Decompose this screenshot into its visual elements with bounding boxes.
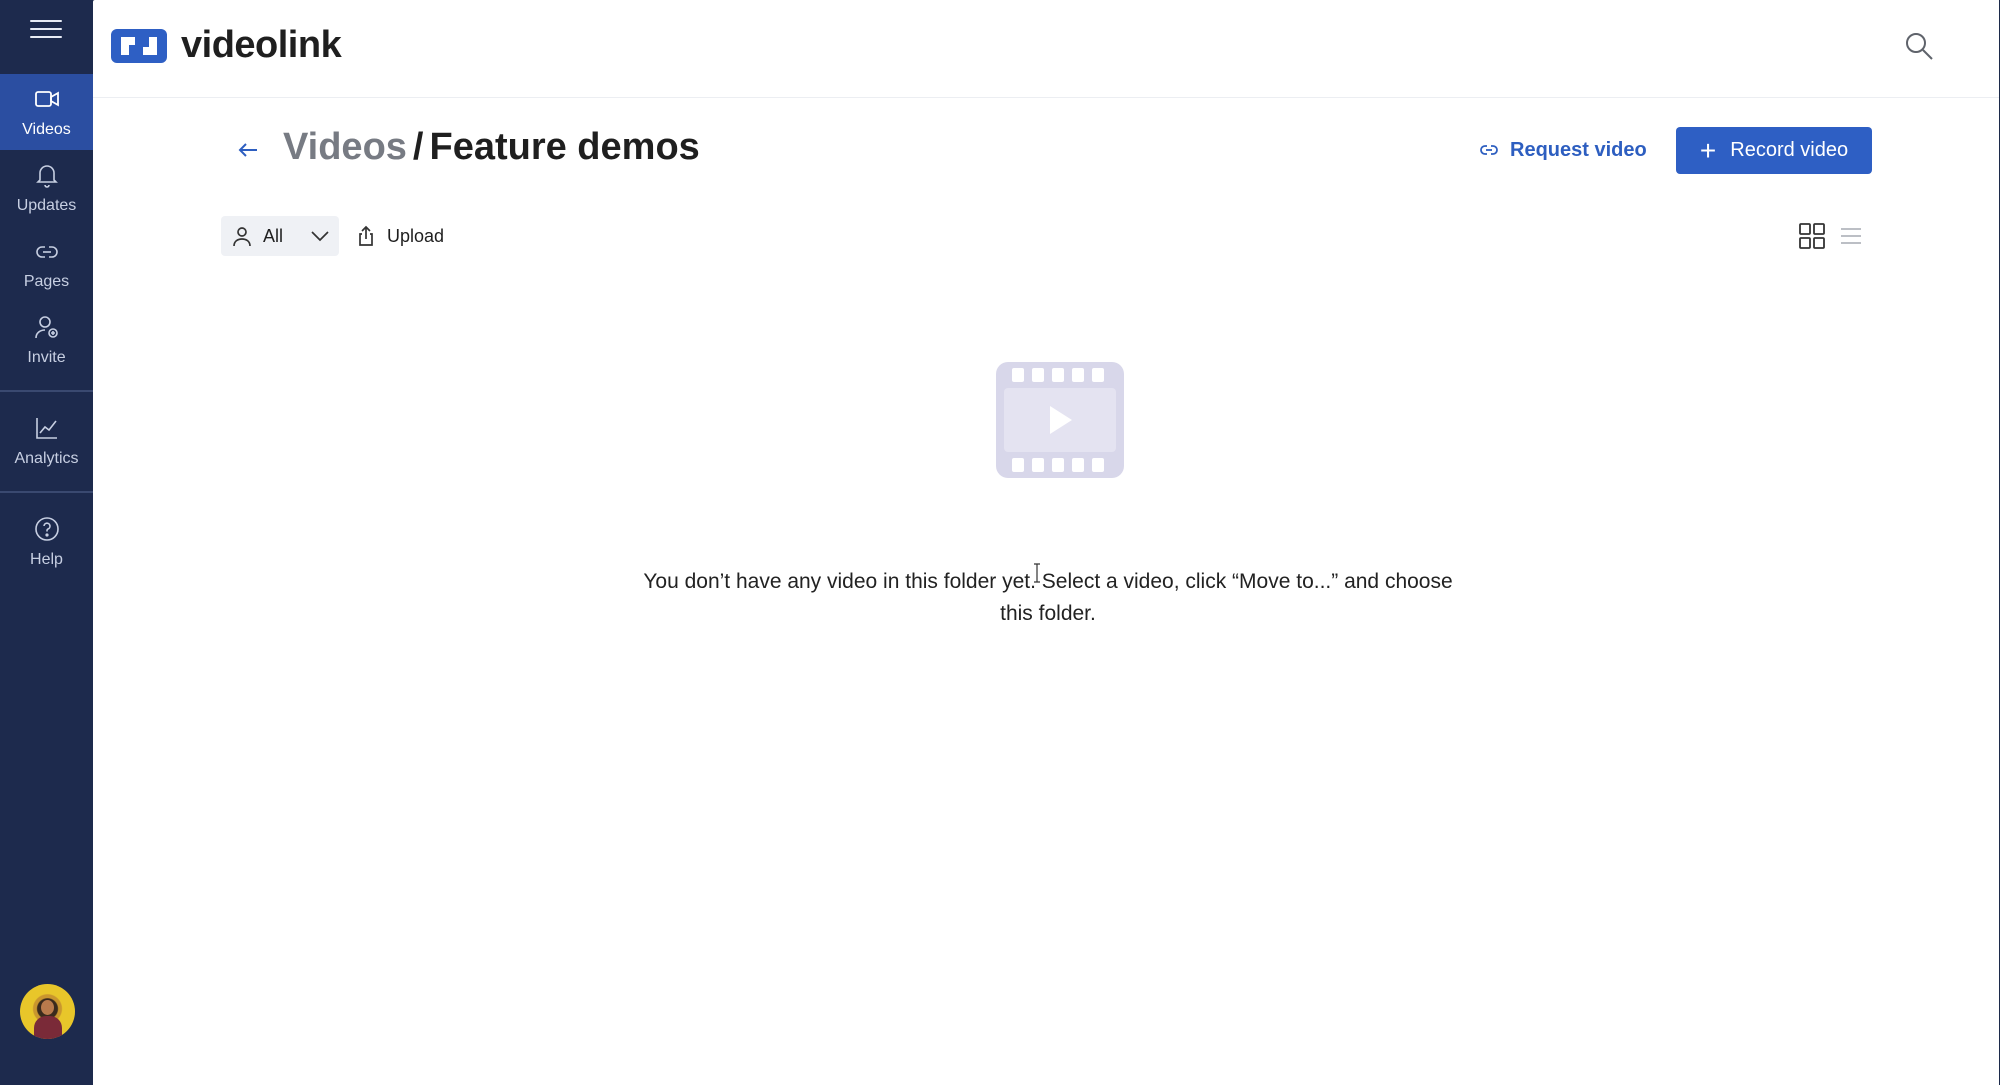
sidebar-divider (0, 491, 93, 493)
back-arrow-icon[interactable] (233, 135, 263, 165)
upload-label: Upload (387, 225, 445, 246)
logo-text: videolink (181, 23, 342, 66)
breadcrumb: Videos / Feature demos (283, 126, 700, 169)
owner-filter-dropdown[interactable]: All (221, 216, 339, 256)
bell-icon (35, 165, 58, 188)
list-view-icon[interactable] (1839, 224, 1863, 248)
grid-view-icon[interactable] (1798, 222, 1826, 250)
text-cursor-icon (1034, 563, 1040, 583)
sidebar-item-invite[interactable]: Invite (0, 302, 93, 378)
upload-icon (359, 225, 373, 246)
breadcrumb-parent-link[interactable]: Videos (283, 126, 407, 168)
sidebar-item-label: Pages (23, 273, 70, 290)
invite-user-icon (34, 316, 58, 339)
link-pages-icon (35, 246, 58, 258)
user-icon (233, 227, 251, 247)
breadcrumb-separator: / (412, 126, 424, 168)
plus-icon: + (1699, 134, 1717, 166)
link-icon (1480, 145, 1498, 155)
sidebar-item-pages[interactable]: Pages (0, 226, 93, 302)
sidebar-item-analytics[interactable]: Analytics (0, 403, 93, 479)
menu-icon[interactable] (30, 20, 62, 42)
sidebar: Videos Updates Pages Invite Analytics He… (0, 0, 93, 1085)
record-video-label: Record video (1730, 139, 1849, 161)
sidebar-divider (0, 390, 93, 392)
request-video-label: Request video (1510, 138, 1647, 161)
sidebar-item-label: Invite (27, 349, 66, 366)
chevron-down-icon (311, 231, 329, 242)
videolink-logo-icon (111, 29, 167, 63)
sidebar-item-label: Videos (22, 121, 71, 138)
sidebar-item-updates[interactable]: Updates (0, 150, 93, 226)
filter-value: All (263, 225, 284, 246)
logo[interactable]: videolink (109, 22, 342, 68)
main-panel: videolink Videos / Feature demos Request v… (93, 0, 1999, 1085)
avatar[interactable] (20, 984, 75, 1039)
sidebar-item-label: Analytics (14, 450, 79, 467)
upload-button[interactable]: Upload (355, 216, 444, 256)
video-icon (34, 91, 59, 107)
request-video-button[interactable]: Request video (1478, 128, 1647, 172)
sidebar-item-label: Help (30, 551, 63, 568)
sidebar-item-label: Updates (16, 197, 77, 214)
page-title: Feature demos (429, 126, 700, 168)
record-video-button[interactable]: + Record video (1676, 127, 1872, 174)
sidebar-item-help[interactable]: Help (0, 504, 93, 580)
sidebar-item-videos[interactable]: Videos (0, 74, 93, 150)
top-bar: videolink (93, 0, 1999, 98)
search-icon[interactable] (1903, 30, 1935, 62)
help-icon (34, 517, 59, 541)
empty-state-message: You don’t have any video in this folder … (643, 570, 1453, 625)
analytics-chart-icon (35, 418, 57, 439)
empty-folder-video-illustration (930, 302, 1166, 538)
